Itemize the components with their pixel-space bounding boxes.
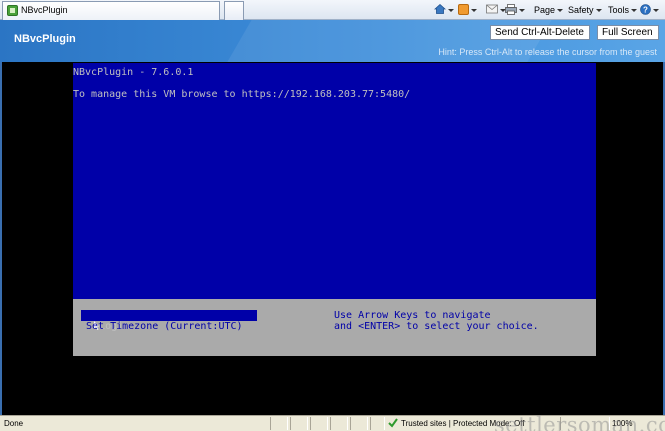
vm-banner-url: To manage this VM browse to https://192.… bbox=[73, 89, 411, 100]
new-tab-button[interactable] bbox=[224, 1, 244, 20]
watermark: settlersoman.com bbox=[494, 413, 665, 431]
mail-icon bbox=[486, 4, 498, 14]
mail-button[interactable] bbox=[486, 2, 506, 18]
menu-item-login[interactable]: Login bbox=[81, 310, 257, 332]
status-segment bbox=[310, 417, 328, 430]
home-icon bbox=[433, 3, 447, 14]
help-icon: ? bbox=[640, 4, 651, 15]
tab-title: NBvcPlugin bbox=[21, 5, 68, 15]
svg-text:?: ? bbox=[643, 5, 648, 14]
console-frame-left bbox=[0, 62, 2, 415]
print-button[interactable] bbox=[505, 2, 525, 18]
status-segment bbox=[330, 417, 348, 430]
home-button[interactable] bbox=[433, 2, 454, 18]
browser-tab[interactable]: NBvcPlugin bbox=[2, 1, 220, 20]
console-header: NBvcPlugin Send Ctrl-Alt-Delete Full Scr… bbox=[0, 20, 665, 62]
print-icon bbox=[505, 4, 517, 15]
navigation-instruction-2: and <ENTER> to select your choice. bbox=[334, 321, 539, 332]
status-segment bbox=[350, 417, 368, 430]
help-button[interactable]: ? bbox=[640, 2, 659, 18]
vm-banner-name: NBvcPlugin - 7.6.0.1 bbox=[73, 67, 194, 78]
status-segment bbox=[270, 417, 288, 430]
vm-title: NBvcPlugin bbox=[14, 33, 76, 45]
tab-page-icon bbox=[7, 5, 18, 16]
feeds-icon bbox=[458, 4, 469, 15]
menu-item-set-timezone[interactable]: Set Timezone (Current:UTC) bbox=[81, 321, 243, 332]
page-menu[interactable]: Page bbox=[534, 2, 564, 18]
send-ctrl-alt-delete-button[interactable]: Send Ctrl-Alt-Delete bbox=[490, 25, 590, 40]
status-text: Done bbox=[4, 419, 24, 428]
browser-toolbar: NBvcPlugin Page Safety Tools ? bbox=[0, 0, 665, 20]
full-screen-button[interactable]: Full Screen bbox=[597, 25, 659, 40]
cursor-hint: Hint: Press Ctrl-Alt to release the curs… bbox=[438, 47, 657, 57]
status-segment bbox=[370, 417, 385, 430]
check-icon bbox=[388, 418, 398, 428]
safety-menu[interactable]: Safety bbox=[568, 2, 602, 18]
navigation-instruction-1: Use Arrow Keys to navigate bbox=[334, 310, 491, 321]
feeds-button[interactable] bbox=[458, 2, 477, 18]
status-segment bbox=[290, 417, 308, 430]
tools-menu[interactable]: Tools bbox=[608, 2, 638, 18]
